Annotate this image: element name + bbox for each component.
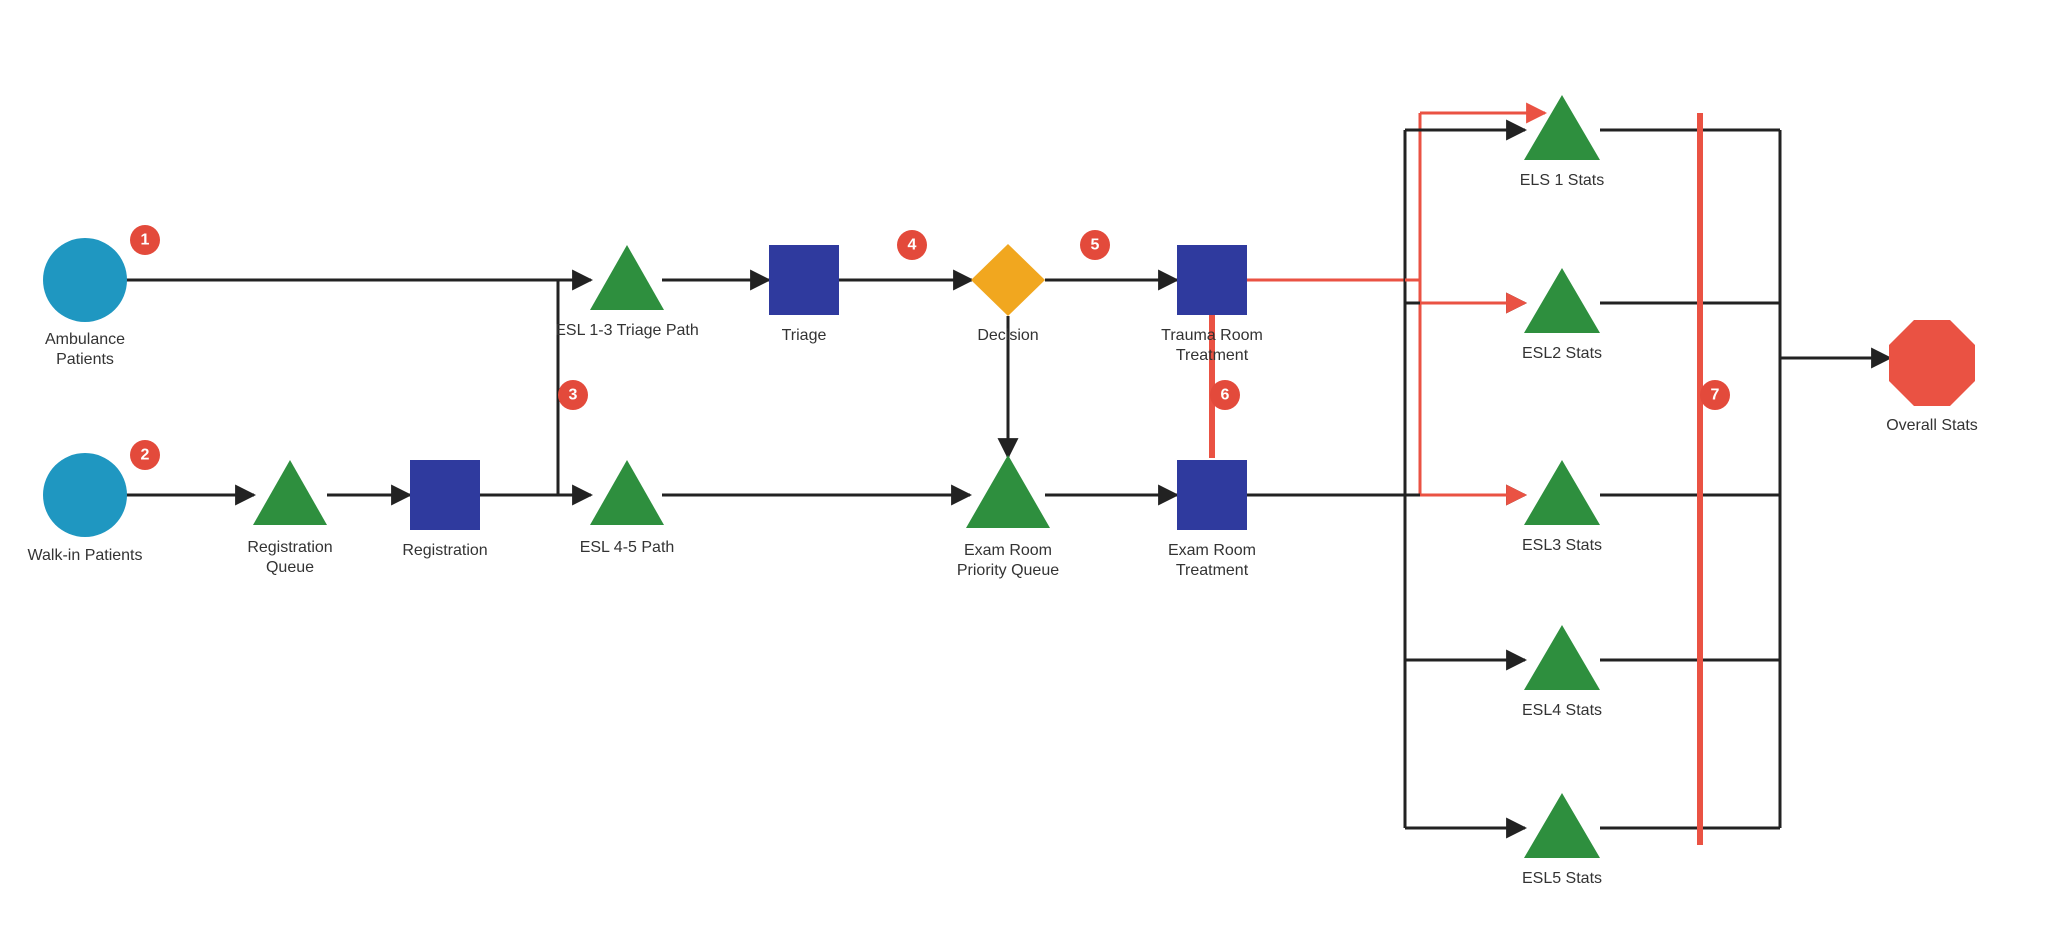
badge-label: 1 bbox=[141, 232, 150, 249]
label: Overall Stats bbox=[1886, 417, 1978, 434]
label: Registration bbox=[402, 542, 487, 559]
label: ELS 1 Stats bbox=[1520, 172, 1605, 189]
label: ESL 1-3 Triage Path bbox=[555, 322, 699, 339]
label: Treatment bbox=[1176, 347, 1249, 364]
badge-4: 4 bbox=[897, 230, 927, 260]
node-ambulance-patients: Ambulance Patients bbox=[43, 238, 127, 368]
badge-5: 5 bbox=[1080, 230, 1110, 260]
node-exam-room-treatment: Exam Room Treatment bbox=[1168, 460, 1256, 579]
label: Triage bbox=[782, 327, 827, 344]
node-exam-room-priority-queue: Exam Room Priority Queue bbox=[957, 455, 1059, 579]
node-decision: Decision bbox=[971, 244, 1045, 344]
label: ESL 4-5 Path bbox=[580, 539, 675, 556]
badge-7: 7 bbox=[1700, 380, 1730, 410]
node-esl-1-3-triage-path: ESL 1-3 Triage Path bbox=[555, 245, 699, 339]
label: ESL2 Stats bbox=[1522, 345, 1602, 362]
badge-label: 2 bbox=[141, 447, 150, 464]
node-overall-stats: Overall Stats bbox=[1886, 320, 1978, 434]
label: Registration bbox=[247, 539, 332, 556]
node-trauma-room-treatment: Trauma Room Treatment bbox=[1161, 245, 1263, 364]
node-walkin-patients: Walk-in Patients bbox=[28, 453, 143, 564]
node-registration: Registration bbox=[402, 460, 487, 559]
node-registration-queue: Registration Queue bbox=[247, 460, 332, 576]
badge-label: 6 bbox=[1221, 387, 1230, 404]
label: Exam Room bbox=[964, 542, 1052, 559]
label: Queue bbox=[266, 559, 314, 576]
node-esl5-stats: ESL5 Stats bbox=[1522, 793, 1602, 887]
badge-3: 3 bbox=[558, 380, 588, 410]
node-esl-4-5-path: ESL 4-5 Path bbox=[580, 460, 675, 556]
label: Treatment bbox=[1176, 562, 1249, 579]
flow-diagram: Ambulance Patients Walk-in Patients Regi… bbox=[0, 0, 2047, 946]
badge-label: 5 bbox=[1091, 237, 1100, 254]
node-els1-stats: ELS 1 Stats bbox=[1520, 95, 1605, 189]
label: ESL4 Stats bbox=[1522, 702, 1602, 719]
label: Priority Queue bbox=[957, 562, 1059, 579]
badge-label: 7 bbox=[1711, 387, 1720, 404]
badge-2: 2 bbox=[130, 440, 160, 470]
badge-6: 6 bbox=[1210, 380, 1240, 410]
badge-1: 1 bbox=[130, 225, 160, 255]
badge-label: 3 bbox=[569, 387, 578, 404]
label: ESL5 Stats bbox=[1522, 870, 1602, 887]
label: Exam Room bbox=[1168, 542, 1256, 559]
node-esl4-stats: ESL4 Stats bbox=[1522, 625, 1602, 719]
node-esl2-stats: ESL2 Stats bbox=[1522, 268, 1602, 362]
label: Patients bbox=[56, 351, 114, 368]
node-esl3-stats: ESL3 Stats bbox=[1522, 460, 1602, 554]
label: Trauma Room bbox=[1161, 327, 1263, 344]
label: Decision bbox=[977, 327, 1038, 344]
label: Ambulance bbox=[45, 331, 125, 348]
badge-label: 4 bbox=[908, 237, 917, 254]
node-triage: Triage bbox=[769, 245, 839, 344]
label: Walk-in Patients bbox=[28, 547, 143, 564]
label: ESL3 Stats bbox=[1522, 537, 1602, 554]
